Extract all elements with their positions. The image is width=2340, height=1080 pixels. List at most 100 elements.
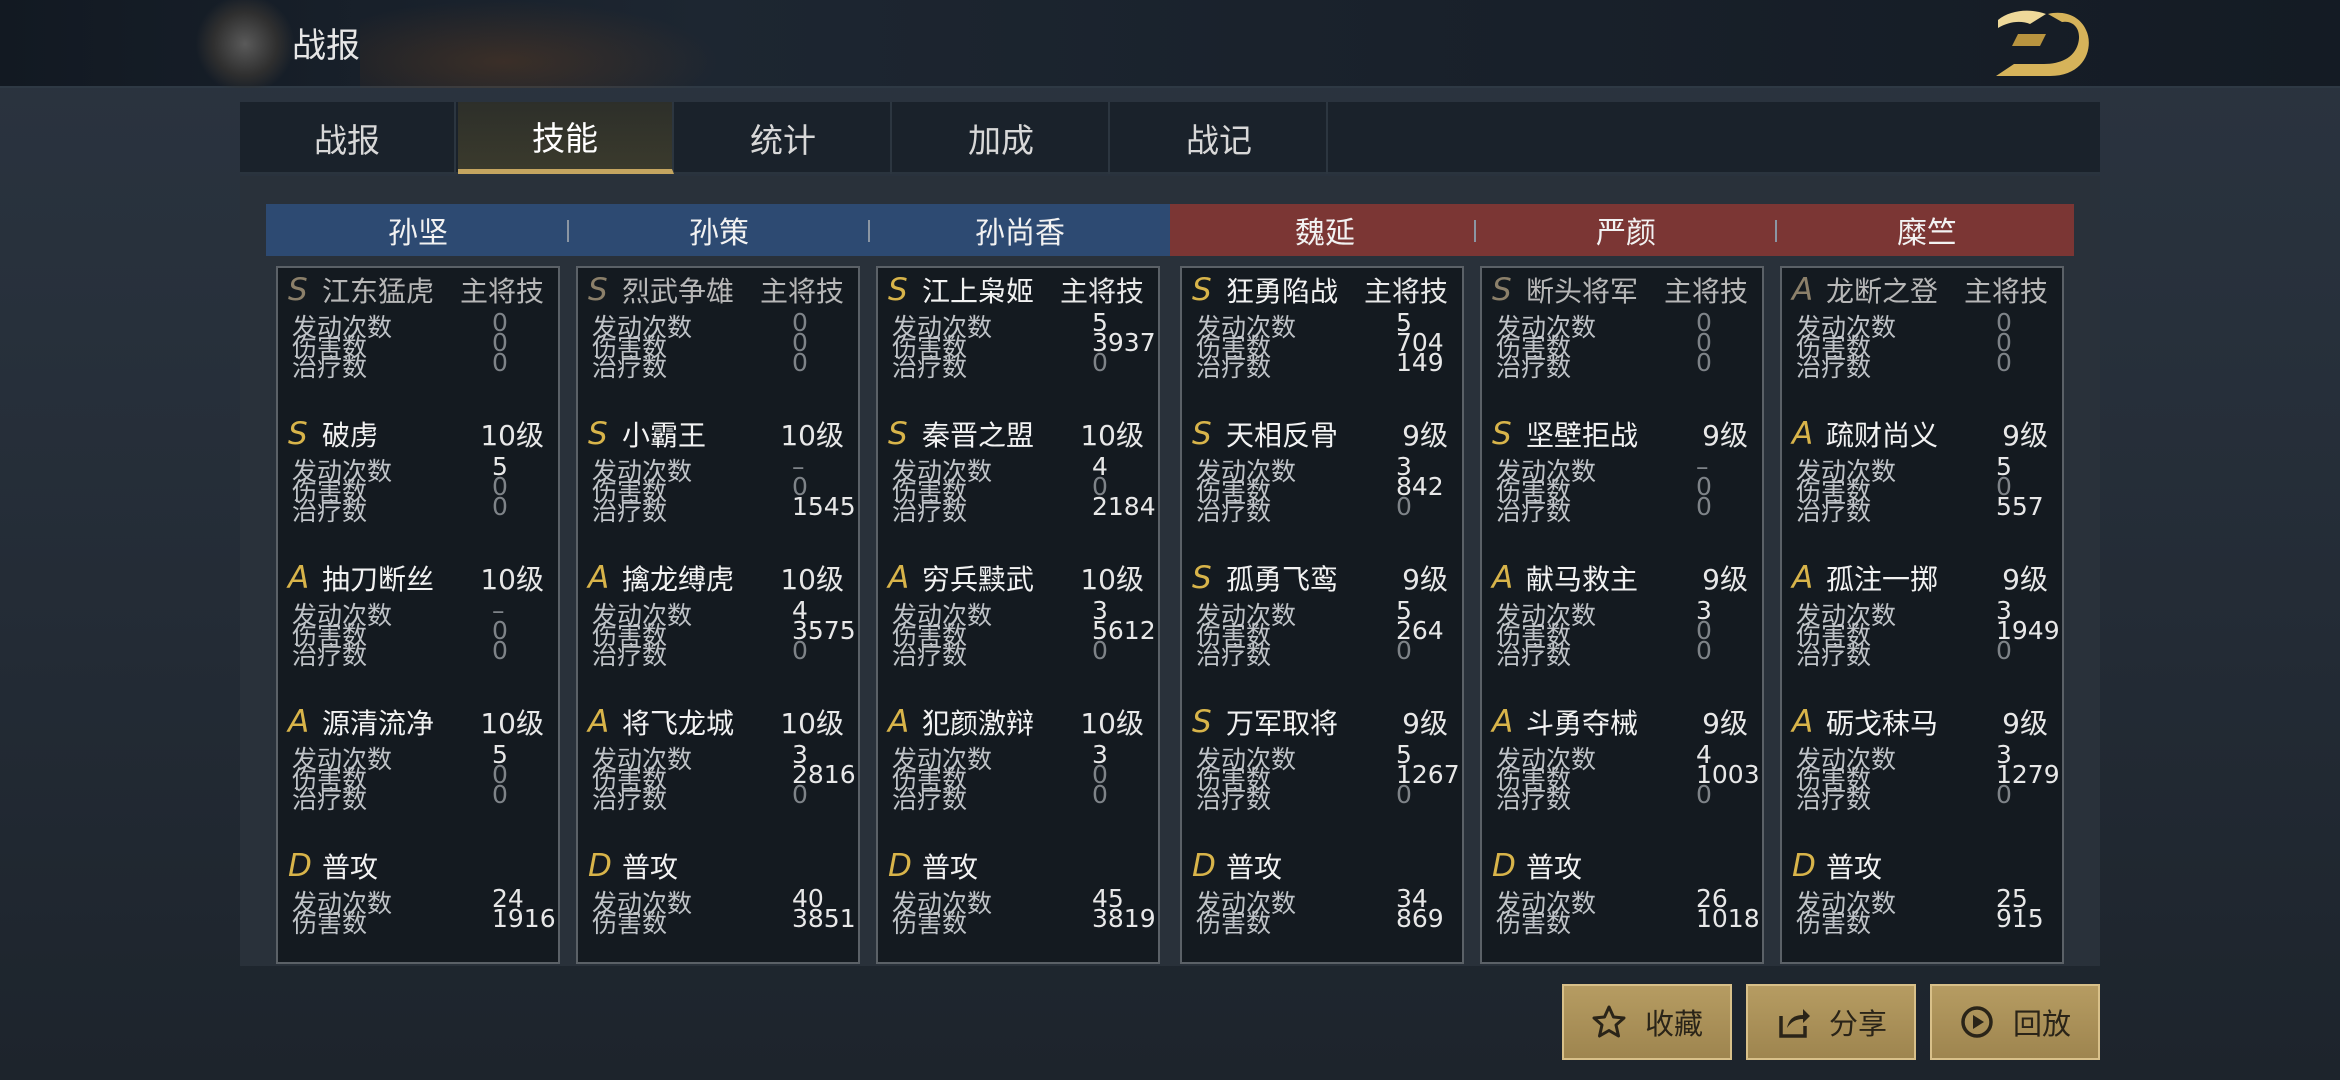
skill-grade: D — [1792, 848, 1816, 884]
skill-block[interactable]: S 小霸王 10级 发动次数 – 伤害数 0 治疗数 1545 — [578, 414, 858, 558]
skill-block[interactable]: D 普攻 发动次数 34 伤害数 869 — [1182, 846, 1462, 990]
skill-level: 9级 — [2002, 707, 2048, 740]
replay-button[interactable]: 回放 — [1930, 984, 2100, 1060]
skill-name: 斗勇夺械 — [1526, 707, 1639, 740]
skill-name: 普攻 — [1526, 851, 1583, 884]
stat-value: 0 — [1696, 492, 1712, 521]
stat-row: 治疗数 0 — [592, 780, 848, 814]
stat-label: 治疗数 — [1796, 497, 1872, 526]
stat-value: 3851 — [792, 904, 856, 933]
stat-row: 伤害数 1018 — [1496, 904, 1760, 938]
skill-block[interactable]: A 将飞龙城 10级 发动次数 3 伤害数 2816 治疗数 0 — [578, 702, 858, 846]
commander-skill-tag: 主将技 — [1363, 275, 1448, 308]
share-button[interactable]: 分享 — [1746, 984, 1916, 1060]
skill-block[interactable]: A 穷兵黩武 10级 发动次数 3 伤害数 5612 治疗数 0 — [878, 558, 1158, 702]
skill-grade: S — [1192, 272, 1212, 308]
stat-label: 治疗数 — [592, 785, 668, 814]
stat-row: 治疗数 0 — [1496, 348, 1752, 382]
stat-row: 治疗数 0 — [592, 348, 848, 382]
favorite-button[interactable]: 收藏 — [1562, 984, 1732, 1060]
skill-block[interactable]: A 源清流净 10级 发动次数 5 伤害数 0 治疗数 0 — [278, 702, 558, 846]
skill-block[interactable]: D 普攻 发动次数 40 伤害数 3851 — [578, 846, 858, 990]
dragon-logo-icon[interactable] — [1990, 6, 2100, 82]
stat-row: 治疗数 0 — [1196, 636, 1452, 670]
skill-block[interactable]: S 江上枭姬 主将技 发动次数 5 伤害数 3937 治疗数 0 — [878, 270, 1158, 414]
stat-row: 治疗数 557 — [1796, 492, 2052, 526]
stat-value: 0 — [1092, 636, 1108, 665]
button-label: 回放 — [2012, 1007, 2071, 1041]
skill-block[interactable]: S 破虏 10级 发动次数 5 伤害数 0 治疗数 0 — [278, 414, 558, 558]
stat-value: 0 — [1092, 780, 1108, 809]
skill-block[interactable]: S 坚壁拒战 9级 发动次数 – 伤害数 0 治疗数 0 — [1482, 414, 1762, 558]
skill-name-row: S 小霸王 — [588, 414, 706, 454]
skill-name-row: A 献马救主 — [1492, 558, 1638, 598]
stat-value: 149 — [1396, 348, 1444, 377]
skill-block[interactable]: S 断头将军 主将技 发动次数 0 伤害数 0 治疗数 0 — [1482, 270, 1762, 414]
skill-block[interactable]: S 江东猛虎 主将技 发动次数 0 伤害数 0 治疗数 0 — [278, 270, 558, 414]
stat-value: 0 — [492, 636, 508, 665]
skill-name: 断头将军 — [1526, 275, 1639, 308]
stat-value: 0 — [1996, 780, 2012, 809]
tab-statistics[interactable]: 统计 — [676, 102, 892, 174]
commander-skill-tag: 主将技 — [1059, 275, 1144, 308]
skill-block[interactable]: S 秦晋之盟 10级 发动次数 4 伤害数 0 治疗数 2184 — [878, 414, 1158, 558]
stat-label: 治疗数 — [1796, 353, 1872, 382]
skill-block[interactable]: D 普攻 发动次数 24 伤害数 1916 — [278, 846, 558, 990]
stat-label: 治疗数 — [592, 353, 668, 382]
skill-block[interactable]: A 孤注一掷 9级 发动次数 3 伤害数 1949 治疗数 0 — [1782, 558, 2062, 702]
stat-label: 治疗数 — [292, 353, 368, 382]
stat-value: 915 — [1996, 904, 2044, 933]
skill-name: 江上枭姬 — [922, 275, 1035, 308]
skill-block[interactable]: A 龙断之登 主将技 发动次数 0 伤害数 0 治疗数 0 — [1782, 270, 2062, 414]
skill-block[interactable]: A 斗勇夺械 9级 发动次数 4 伤害数 1003 治疗数 0 — [1482, 702, 1762, 846]
stat-label: 伤害数 — [1496, 909, 1572, 938]
skill-block[interactable]: A 擒龙缚虎 10级 发动次数 4 伤害数 3575 治疗数 0 — [578, 558, 858, 702]
stat-label: 治疗数 — [292, 785, 368, 814]
skill-block[interactable]: A 砺戈秣马 9级 发动次数 3 伤害数 1279 治疗数 0 — [1782, 702, 2062, 846]
stat-row: 治疗数 149 — [1196, 348, 1452, 382]
stat-label: 治疗数 — [1196, 641, 1272, 670]
skill-name-row: A 抽刀断丝 — [288, 558, 434, 598]
stat-value: 3819 — [1092, 904, 1156, 933]
skill-name-row: S 狂勇陷战 — [1192, 270, 1338, 310]
skill-block[interactable]: D 普攻 发动次数 26 伤害数 1018 — [1482, 846, 1762, 990]
stat-row: 伤害数 1916 — [292, 904, 556, 938]
skill-grade: D — [1192, 848, 1216, 884]
skill-name: 砺戈秣马 — [1826, 707, 1939, 740]
tab-bonus[interactable]: 加成 — [894, 102, 1110, 174]
stat-value: 0 — [1996, 348, 2012, 377]
stat-value: 0 — [492, 348, 508, 377]
skill-block[interactable]: S 烈武争雄 主将技 发动次数 0 伤害数 0 治疗数 0 — [578, 270, 858, 414]
skill-name-row: S 烈武争雄 — [588, 270, 734, 310]
tab-battle-report[interactable]: 战报 — [240, 102, 456, 174]
skill-level: 9级 — [2002, 419, 2048, 452]
skill-block[interactable]: A 疏财尚义 9级 发动次数 5 伤害数 0 治疗数 557 — [1782, 414, 2062, 558]
skill-block[interactable]: A 献马救主 9级 发动次数 3 伤害数 0 治疗数 0 — [1482, 558, 1762, 702]
skill-level: 10级 — [780, 563, 844, 596]
skill-block[interactable]: S 孤勇飞鸾 9级 发动次数 5 伤害数 264 治疗数 0 — [1182, 558, 1462, 702]
general-skill-card: A 龙断之登 主将技 发动次数 0 伤害数 0 治疗数 0 A 疏财尚义 9级 发动次数 5 伤害数 0 治疗数… — [1780, 266, 2064, 964]
skill-name: 普攻 — [1826, 851, 1883, 884]
stat-row: 治疗数 0 — [292, 636, 548, 670]
tab-battle-record[interactable]: 战记 — [1112, 102, 1328, 174]
button-label: 分享 — [1828, 1007, 1887, 1041]
skill-block[interactable]: A 抽刀断丝 10级 发动次数 – 伤害数 0 治疗数 0 — [278, 558, 558, 702]
skill-name-row: D 普攻 — [288, 846, 378, 886]
skill-grade: S — [288, 416, 308, 452]
skill-block[interactable]: S 狂勇陷战 主将技 发动次数 5 伤害数 704 治疗数 149 — [1182, 270, 1462, 414]
skill-block[interactable]: D 普攻 发动次数 45 伤害数 3819 — [878, 846, 1158, 990]
stat-row: 治疗数 0 — [1796, 636, 2052, 670]
skill-name-row: D 普攻 — [588, 846, 678, 886]
general-name: 孙策 — [689, 216, 749, 251]
skill-grade: D — [1492, 848, 1516, 884]
general-skill-card: S 烈武争雄 主将技 发动次数 0 伤害数 0 治疗数 0 S 小霸王 10级 发动次数 – 伤害数 0 治疗数… — [576, 266, 860, 964]
skill-block[interactable]: S 天相反骨 9级 发动次数 3 伤害数 842 治疗数 0 — [1182, 414, 1462, 558]
header-separator — [868, 220, 870, 242]
skill-grade: A — [288, 560, 310, 596]
skill-block[interactable]: A 犯颜激辩 10级 发动次数 3 伤害数 0 治疗数 0 — [878, 702, 1158, 846]
skill-grade: A — [588, 704, 610, 740]
skill-block[interactable]: D 普攻 发动次数 25 伤害数 915 — [1782, 846, 2062, 990]
skill-grade: A — [1492, 704, 1514, 740]
skill-block[interactable]: S 万军取将 9级 发动次数 5 伤害数 1267 治疗数 0 — [1182, 702, 1462, 846]
tab-skills[interactable]: 技能 — [458, 102, 674, 174]
